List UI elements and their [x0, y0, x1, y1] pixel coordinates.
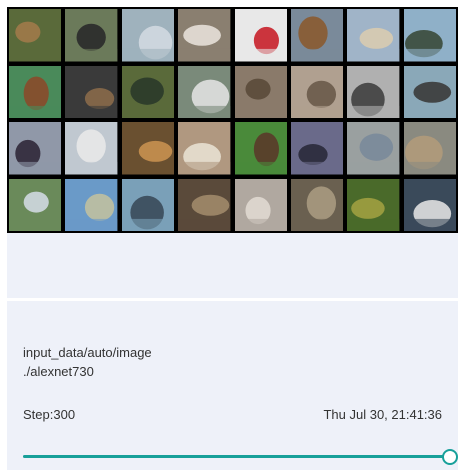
- thumbnail-deer: [7, 7, 64, 64]
- info-panel: input_data/auto/image ./alexnet730 Step:…: [7, 301, 458, 470]
- thumbnail-frog: [345, 176, 402, 233]
- thumbnail-cat: [401, 120, 458, 177]
- thumbnail-truck: [63, 120, 120, 177]
- thumbnail-airplane: [7, 120, 64, 177]
- thumbnail-cat: [119, 120, 177, 177]
- step-label: Step:300: [23, 407, 76, 422]
- thumbnail-airplane: [401, 7, 458, 64]
- step-slider[interactable]: [23, 449, 458, 465]
- thumbnail-dog: [176, 7, 233, 64]
- image-grid[interactable]: [7, 7, 458, 233]
- thumbnail-bird: [232, 120, 289, 177]
- thumbnail-airplane: [7, 176, 64, 233]
- thumbnail-airplane: [63, 176, 120, 233]
- slider-thumb[interactable]: [442, 449, 458, 465]
- thumbnail-cat: [232, 63, 289, 120]
- thumbnail-cat: [288, 120, 346, 177]
- thumbnail-horse: [288, 7, 346, 64]
- thumbnail-dog: [176, 120, 233, 177]
- thumbnail-ship: [119, 7, 177, 64]
- image-card: input_data/auto/image ./alexnet730 Step:…: [7, 7, 458, 470]
- thumbnail-frog: [119, 63, 177, 120]
- thumbnail-deer: [176, 176, 233, 233]
- thumbnail-automobile: [232, 7, 289, 64]
- thumbnail-cat: [401, 176, 458, 233]
- timestamp-label: Thu Jul 30, 21:41:36: [323, 407, 442, 422]
- slider-fill: [23, 455, 449, 458]
- thumbnail-cat: [63, 63, 120, 120]
- thumbnail-cat: [288, 63, 346, 120]
- thumbnail-horse: [7, 63, 64, 120]
- run-label: ./alexnet730: [23, 364, 94, 379]
- thumbnail-cat: [63, 7, 120, 64]
- thumbnail-ship: [401, 63, 458, 120]
- image-panel: [7, 7, 458, 298]
- thumbnail-truck: [176, 63, 233, 120]
- thumbnail-bird: [345, 120, 402, 177]
- thumbnail-dog: [232, 176, 289, 233]
- tag-label: input_data/auto/image: [23, 345, 152, 360]
- thumbnail-frog: [288, 176, 346, 233]
- thumbnail-airplane: [345, 63, 402, 120]
- thumbnail-ship: [119, 176, 177, 233]
- thumbnail-dog: [345, 7, 402, 64]
